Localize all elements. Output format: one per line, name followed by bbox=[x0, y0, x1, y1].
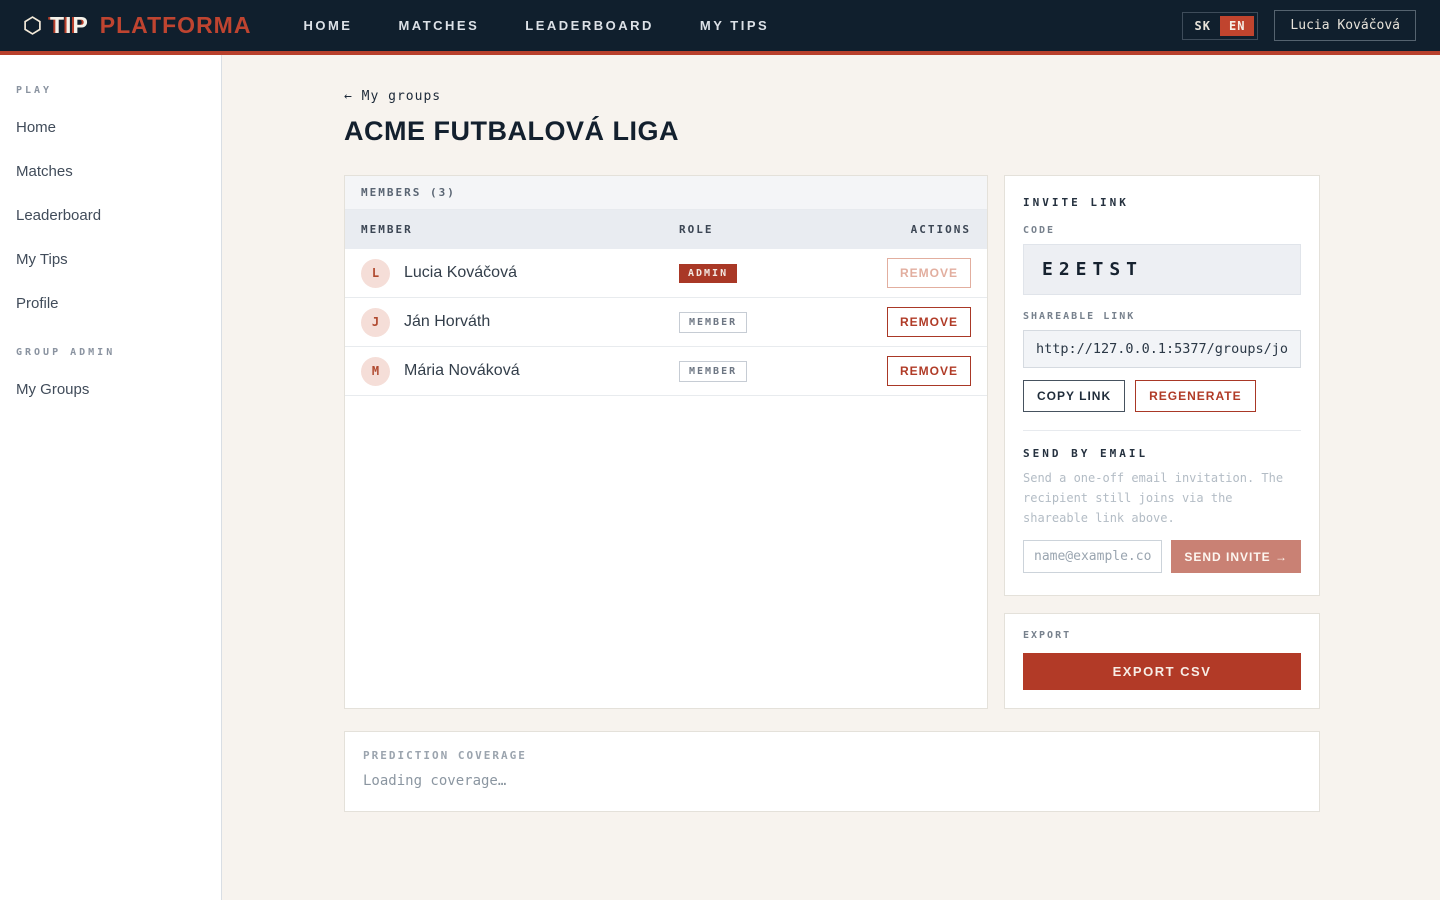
primary-nav: HOME MATCHES LEADERBOARD MY TIPS bbox=[303, 18, 769, 33]
nav-home[interactable]: HOME bbox=[303, 18, 352, 33]
member-name: Mária Nováková bbox=[404, 362, 520, 380]
member-name: Ján Horváth bbox=[404, 313, 490, 331]
sidebar-item-my-tips[interactable]: My Tips bbox=[16, 242, 205, 277]
column-header-actions: ACTIONS bbox=[911, 223, 971, 236]
export-csv-button[interactable]: EXPORT CSV bbox=[1023, 653, 1301, 690]
remove-member-button: REMOVE bbox=[887, 258, 971, 288]
export-card: EXPORT EXPORT CSV bbox=[1004, 613, 1320, 709]
lang-option-sk[interactable]: SK bbox=[1186, 16, 1220, 36]
shareable-link-label: SHAREABLE LINK bbox=[1023, 311, 1301, 322]
member-row: M Mária Nováková MEMBER REMOVE bbox=[345, 347, 987, 396]
avatar: M bbox=[361, 357, 390, 386]
export-label: EXPORT bbox=[1023, 630, 1301, 641]
sidebar-section-play: PLAY bbox=[16, 85, 205, 96]
remove-member-button[interactable]: REMOVE bbox=[887, 356, 971, 386]
main-content: ← My groups ACME FUTBALOVÁ LIGA MEMBERS … bbox=[222, 55, 1440, 900]
prediction-coverage-label: PREDICTION COVERAGE bbox=[363, 749, 1301, 762]
sidebar-section-group-admin: GROUP ADMIN bbox=[16, 347, 205, 358]
divider bbox=[1023, 430, 1301, 431]
sidebar-item-my-groups[interactable]: My Groups bbox=[16, 372, 205, 407]
shareable-link-input[interactable] bbox=[1023, 330, 1301, 368]
member-row: J Ján Horváth MEMBER REMOVE bbox=[345, 298, 987, 347]
app-logo[interactable]: TIP PLATFORMA bbox=[24, 12, 251, 39]
lang-option-en[interactable]: EN bbox=[1220, 16, 1254, 36]
logo-hexagon-icon bbox=[24, 16, 41, 35]
regenerate-button[interactable]: REGENERATE bbox=[1135, 380, 1255, 412]
remove-member-button[interactable]: REMOVE bbox=[887, 307, 971, 337]
members-card-header: MEMBERS (3) bbox=[345, 176, 987, 210]
invite-link-title: INVITE LINK bbox=[1023, 196, 1301, 209]
invite-link-card: INVITE LINK CODE E2ETST SHAREABLE LINK C… bbox=[1004, 175, 1320, 596]
member-row: L Lucia Kováčová ADMIN REMOVE bbox=[345, 249, 987, 298]
breadcrumb-back-link[interactable]: ← My groups bbox=[344, 89, 441, 104]
user-menu-button[interactable]: Lucia Kováčová bbox=[1274, 10, 1416, 41]
sidebar-item-leaderboard[interactable]: Leaderboard bbox=[16, 198, 205, 233]
avatar: J bbox=[361, 308, 390, 337]
invite-email-input[interactable] bbox=[1023, 540, 1162, 573]
language-toggle[interactable]: SK EN bbox=[1182, 12, 1259, 40]
role-badge-member: MEMBER bbox=[679, 312, 747, 333]
sidebar: PLAY Home Matches Leaderboard My Tips Pr… bbox=[0, 55, 222, 900]
send-invite-button[interactable]: SEND INVITE → bbox=[1171, 540, 1301, 573]
send-by-email-title: SEND BY EMAIL bbox=[1023, 447, 1301, 460]
sidebar-item-home[interactable]: Home bbox=[16, 110, 205, 145]
logo-text-platforma: PLATFORMA bbox=[100, 12, 252, 39]
send-by-email-description: Send a one-off email invitation. The rec… bbox=[1023, 469, 1301, 528]
page-title: ACME FUTBALOVÁ LIGA bbox=[344, 116, 1320, 147]
code-label: CODE bbox=[1023, 225, 1301, 236]
top-navbar: TIP PLATFORMA HOME MATCHES LEADERBOARD M… bbox=[0, 0, 1440, 55]
sidebar-item-profile[interactable]: Profile bbox=[16, 286, 205, 321]
member-name: Lucia Kováčová bbox=[404, 264, 517, 282]
invite-code-value: E2ETST bbox=[1023, 244, 1301, 295]
coverage-loading-status: Loading coverage… bbox=[363, 773, 1301, 789]
logo-text-tip: TIP bbox=[50, 12, 89, 39]
role-badge-member: MEMBER bbox=[679, 361, 747, 382]
avatar: L bbox=[361, 259, 390, 288]
copy-link-button[interactable]: COPY LINK bbox=[1023, 380, 1125, 412]
prediction-coverage-card: PREDICTION COVERAGE Loading coverage… bbox=[344, 731, 1320, 812]
members-card: MEMBERS (3) MEMBER ROLE ACTIONS L Lucia … bbox=[344, 175, 988, 709]
nav-my-tips[interactable]: MY TIPS bbox=[700, 18, 769, 33]
role-badge-admin: ADMIN bbox=[679, 264, 737, 283]
column-header-member: MEMBER bbox=[361, 223, 679, 236]
members-table-header: MEMBER ROLE ACTIONS bbox=[345, 210, 987, 249]
column-header-role: ROLE bbox=[679, 223, 911, 236]
sidebar-item-matches[interactable]: Matches bbox=[16, 154, 205, 189]
nav-matches[interactable]: MATCHES bbox=[398, 18, 479, 33]
nav-leaderboard[interactable]: LEADERBOARD bbox=[525, 18, 654, 33]
